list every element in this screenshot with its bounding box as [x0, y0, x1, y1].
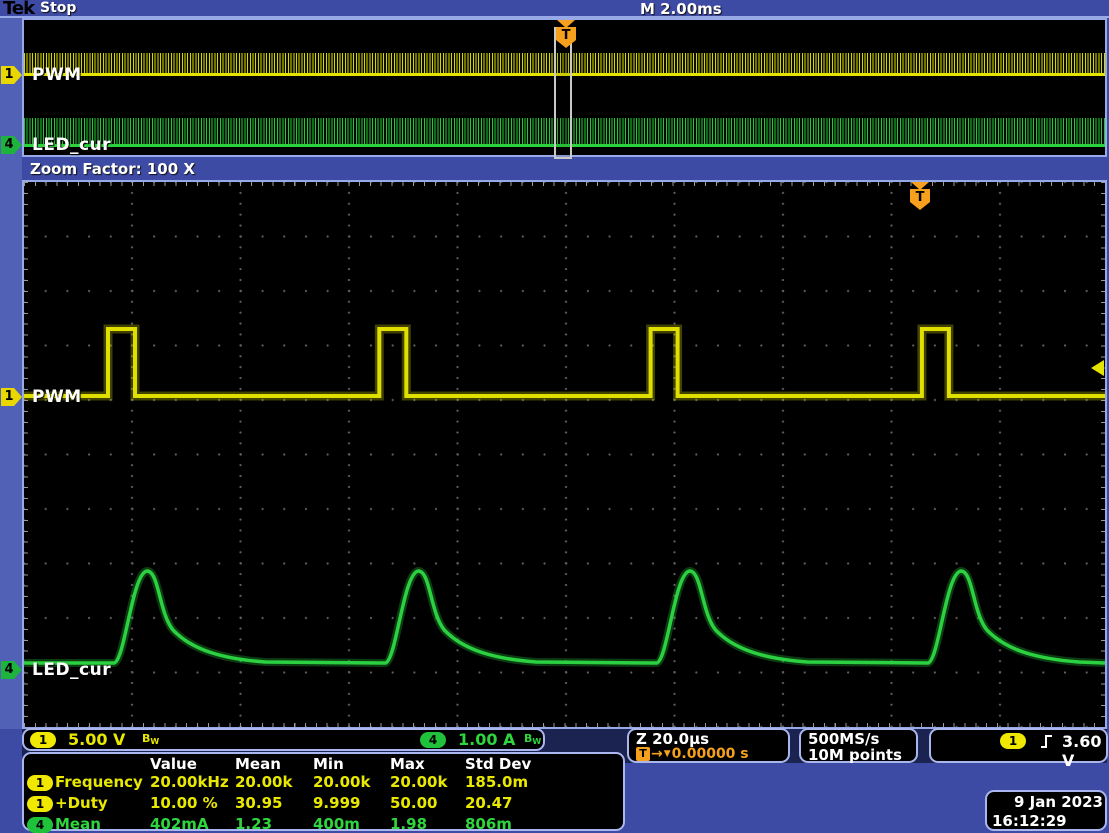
waveform-overview-window: T — [22, 18, 1107, 159]
measurement-channel-badge: 1 — [27, 796, 53, 812]
pwm-trace-fuzz — [24, 324, 1105, 401]
waveform-plot — [24, 324, 1105, 668]
zoom-factor-label: Zoom Factor: 100 X — [30, 160, 195, 178]
channel1-bandwidth-icon: BW — [142, 732, 160, 746]
trigger-triangle-icon — [911, 182, 929, 190]
channel1-badge: 1 — [30, 732, 56, 748]
channel4-badge: 4 — [420, 732, 446, 748]
acquisition-readout-box[interactable]: 500MS/s 10M points — [799, 728, 918, 764]
measurement-value: 1.98 — [390, 815, 428, 833]
trigger-source-badge: 1 — [1000, 733, 1026, 749]
measurement-header: Min — [313, 755, 344, 773]
main-timebase-readout[interactable]: M 2.00ms — [640, 0, 722, 18]
zoom-timebase-box[interactable]: Z 20.0µs T → ▼ 0.00000 s — [627, 728, 790, 763]
measurement-channel-badge: 1 — [27, 775, 53, 791]
channel1-scale[interactable]: 5.00 V — [68, 730, 125, 749]
measurement-value: 20.00k — [390, 773, 448, 791]
measurement-label: Frequency — [55, 773, 143, 791]
zoom-factor-bar: Zoom Factor: 100 X — [22, 158, 1107, 180]
measurement-label: Mean — [55, 815, 101, 833]
trigger-position-flag-overview[interactable]: T — [556, 20, 576, 48]
measurement-header: Value — [150, 755, 197, 773]
channel4-bandwidth-icon: BW — [524, 732, 542, 746]
trigger-delay-readout: T → ▼ 0.00000 s — [636, 746, 749, 762]
led-current-trace — [24, 569, 1105, 665]
measurement-value: 20.00kHz — [150, 773, 229, 791]
measurement-value: 9.999 — [313, 794, 361, 812]
delay-marker-icon: ▼ — [663, 749, 671, 759]
measurement-channel-badge: 4 — [27, 817, 53, 833]
channel-scale-readout-box[interactable]: 1 5.00 V BW 4 1.00 A BW — [22, 728, 545, 751]
delay-value: 0.00000 s — [671, 746, 749, 762]
measurement-value: 30.95 — [235, 794, 283, 812]
date-readout: 9 Jan 2023 — [1013, 793, 1103, 811]
acquisition-status[interactable]: Stop — [40, 0, 76, 16]
record-length-readout: 10M points — [808, 746, 902, 764]
measurement-row: 1 Frequency 20.00kHz 20.00k 20.00k 20.00k 185.… — [24, 773, 623, 793]
channel1-label-overview: PWM — [32, 65, 82, 85]
trigger-level-readout: 3.60 V — [1062, 732, 1102, 770]
measurement-value: 402mA — [150, 815, 209, 833]
measurement-table: Value Mean Min Max Std Dev 1 Frequency 20.00kHz… — [22, 752, 625, 833]
measurement-row: 1 +Duty 10.00 % 30.95 9.999 50.00 20.47 — [24, 794, 623, 814]
measurement-header: Mean — [235, 755, 281, 773]
channel4-label-overview: LED_cur — [32, 135, 112, 155]
measurement-value: 10.00 % — [150, 794, 218, 812]
rising-edge-icon — [1041, 735, 1052, 748]
trigger-t-icon: T — [556, 27, 576, 48]
channel-marker-rail — [0, 18, 22, 729]
measurement-value: 185.0m — [465, 773, 529, 791]
measurement-header: Max — [390, 755, 425, 773]
trigger-readout-box[interactable]: 1 3.60 V — [929, 728, 1108, 770]
measurement-value: 400m — [313, 815, 360, 833]
zoom-waveform-window: T — [22, 180, 1107, 729]
measurement-value: 1.23 — [235, 815, 273, 833]
trigger-t-icon: T — [910, 189, 930, 210]
measurement-row: 4 Mean 402mA 1.23 400m 1.98 806m — [24, 815, 623, 833]
tek-logo: Tek — [3, 0, 35, 19]
oscilloscope-screen: Tek Stop M 2.00ms T Zoom Factor: 100 X T… — [0, 0, 1109, 833]
measurement-value: 20.47 — [465, 794, 513, 812]
measurement-value: 806m — [465, 815, 512, 833]
trigger-position-flag-zoom[interactable]: T — [910, 182, 930, 210]
channel4-scale[interactable]: 1.00 A — [458, 730, 515, 749]
measurement-value: 20.00k — [235, 773, 293, 791]
time-readout: 16:12:29 — [992, 812, 1067, 830]
measurement-header: Std Dev — [465, 755, 532, 773]
channel1-label-zoom: PWM — [32, 387, 82, 407]
top-status-bar: Tek Stop M 2.00ms — [0, 0, 1109, 19]
measurement-label: +Duty — [55, 794, 108, 812]
delay-arrow-icon: → — [651, 746, 663, 762]
datetime-box: 9 Jan 2023 16:12:29 — [985, 790, 1107, 831]
measurement-value: 20.00k — [313, 773, 371, 791]
trigger-level-arrow-icon[interactable] — [1091, 360, 1104, 376]
trigger-t-chip-icon: T — [636, 747, 650, 761]
channel4-label-zoom: LED_cur — [32, 660, 112, 680]
trigger-triangle-icon — [557, 20, 575, 28]
measurement-value: 50.00 — [390, 794, 438, 812]
pwm-trace — [24, 327, 1105, 398]
